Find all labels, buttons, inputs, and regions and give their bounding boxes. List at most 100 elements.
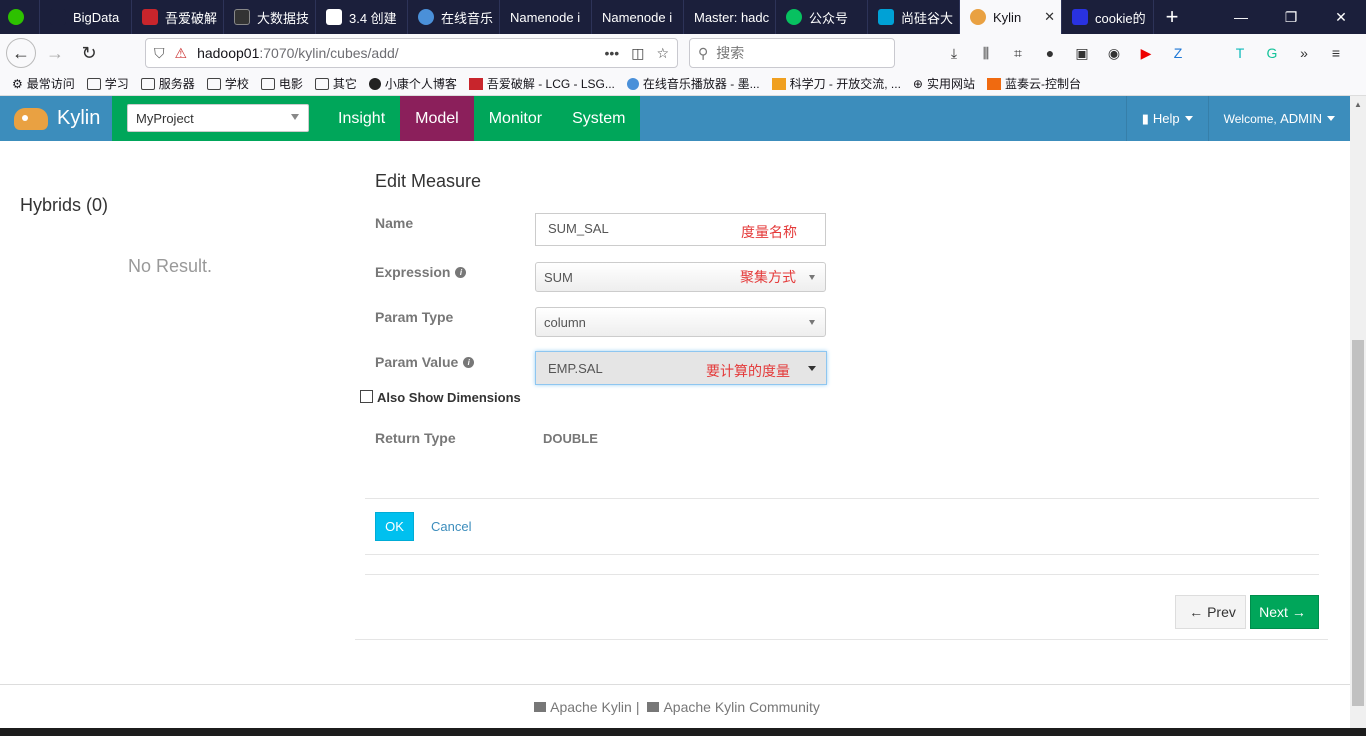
search-input[interactable]: ⚲ 搜索	[689, 38, 895, 68]
gear-icon: ⚙	[12, 76, 23, 91]
user-menu[interactable]: Welcome, ADMIN	[1207, 96, 1350, 141]
menu-icon[interactable]: ≡	[1326, 43, 1346, 63]
bookmark-folder-school[interactable]: 学校	[206, 75, 249, 92]
download-icon[interactable]: ⤓	[944, 43, 964, 63]
close-tab-icon[interactable]: ✕	[1044, 9, 1055, 25]
info-icon[interactable]: i	[455, 266, 467, 278]
overflow-icon[interactable]: »	[1294, 43, 1314, 63]
menu-insight[interactable]: Insight	[323, 96, 401, 141]
menu-monitor[interactable]: Monitor	[473, 96, 558, 141]
chevron-down-icon	[808, 366, 816, 371]
also-show-dimensions-label[interactable]: Also Show Dimensions	[377, 390, 521, 405]
globe-icon: ⊕	[912, 76, 923, 91]
page-footer: Apache Kylin | Apache Kylin Community	[0, 684, 1350, 728]
restore-icon[interactable]: ❐	[1266, 0, 1316, 34]
tab-52pojie[interactable]: 吾爱破解	[132, 0, 224, 34]
browser-nav-bar: ← → ↻ ⛉ ⚠ hadoop01:7070/kylin/cubes/add/…	[0, 34, 1366, 72]
chevron-down-icon	[809, 320, 815, 325]
menu-system[interactable]: System	[557, 96, 641, 141]
footer-link-kylin[interactable]: Apache Kylin	[550, 699, 632, 715]
bookmark-52pojie[interactable]: 吾爱破解 - LCG - LSG...	[468, 75, 615, 92]
back-button[interactable]: ←	[6, 38, 36, 68]
next-button[interactable]: Next →	[1250, 595, 1319, 629]
new-tab-button[interactable]: +	[1154, 0, 1190, 34]
insecure-lock-icon[interactable]: ⚠	[175, 45, 188, 62]
divider	[365, 498, 1319, 499]
folder-icon	[86, 77, 101, 90]
bookmark-blog[interactable]: 小康个人博客	[368, 75, 457, 92]
footer-link-community[interactable]: Apache Kylin Community	[663, 699, 819, 715]
also-show-dimensions-checkbox[interactable]	[360, 390, 373, 403]
bookmark-kxdao[interactable]: 科学刀 - 开放交流, ...	[771, 75, 901, 92]
tab-namenode-2[interactable]: Namenode i	[592, 0, 684, 34]
edit-measure-title: Edit Measure	[375, 171, 482, 191]
tab-kylin[interactable]: Kylin ✕	[960, 0, 1062, 34]
caret-down-icon	[1327, 116, 1335, 121]
reload-button[interactable]: ↻	[74, 38, 104, 68]
pojie-icon	[142, 9, 158, 25]
bookmark-music[interactable]: 在线音乐播放器 - 墨...	[626, 75, 760, 92]
tab-atguigu[interactable]: 尚硅谷大	[868, 0, 960, 34]
page-scrollbar[interactable]: ▲	[1350, 96, 1366, 730]
tab-wechat-mp[interactable]: 公众号	[776, 0, 868, 34]
forward-button[interactable]: →	[40, 38, 70, 68]
shield-icon[interactable]: ⛉	[154, 45, 165, 62]
chevron-down-icon	[809, 275, 815, 280]
bookmark-folder-study[interactable]: 学习	[86, 75, 129, 92]
help-menu[interactable]: ▮ Help	[1125, 96, 1208, 141]
bookmark-folder-movies[interactable]: 电影	[260, 75, 303, 92]
tab-create[interactable]: 3.4 创建	[316, 0, 408, 34]
globe-icon	[626, 77, 639, 90]
menu-model[interactable]: Model	[400, 96, 474, 141]
translate-icon[interactable]: T	[1230, 43, 1250, 63]
header-right: ▮ Help Welcome, ADMIN	[1125, 96, 1350, 141]
divider	[355, 639, 1328, 640]
browser-tab-strip: BigData 吾爱破解 大数据技 3.4 创建 在线音乐 Namenode i…	[0, 0, 1366, 34]
kylin-header: Kylin MyProject Insight Model Monitor Sy…	[0, 96, 1350, 141]
extension-z-icon[interactable]: Z	[1168, 43, 1188, 63]
project-select[interactable]: MyProject	[127, 104, 309, 132]
tab-bigdata-tech[interactable]: 大数据技	[224, 0, 316, 34]
kylin-logo-icon	[14, 107, 48, 130]
baidu-icon	[1072, 9, 1088, 25]
account-icon[interactable]: ◉	[1104, 43, 1124, 63]
hybrids-title: Hybrids (0)	[20, 195, 109, 215]
tab-bigdata[interactable]: BigData	[40, 0, 132, 34]
pocket-icon[interactable]: ◫	[631, 45, 644, 62]
bookmark-star-icon[interactable]: ☆	[656, 45, 669, 62]
tab-master[interactable]: Master: hadc	[684, 0, 776, 34]
grammarly-icon[interactable]: G	[1262, 43, 1282, 63]
info-icon[interactable]: i	[463, 356, 475, 368]
tab-namenode-1[interactable]: Namenode i	[500, 0, 592, 34]
bookmark-folder-servers[interactable]: 服务器	[140, 75, 195, 92]
scroll-up-icon[interactable]: ▲	[1350, 96, 1366, 112]
kylin-logo[interactable]: Kylin	[0, 96, 112, 141]
tab-wechat[interactable]	[0, 0, 40, 34]
window-controls: — ❐ ✕	[1216, 0, 1366, 34]
ok-button[interactable]: OK	[375, 512, 414, 541]
minimize-icon[interactable]: —	[1216, 0, 1266, 34]
bookmarks-bar: ⚙ 最常访问 学习 服务器 学校 电影 其它 小康个人博客 吾爱破解 - LCG …	[0, 72, 1366, 96]
page-actions-icon[interactable]: •••	[604, 45, 619, 62]
library-icon[interactable]: ⫼	[976, 43, 996, 63]
bookmark-lanzou[interactable]: 蓝奏云-控制台	[987, 75, 1081, 92]
tab-music[interactable]: 在线音乐	[408, 0, 500, 34]
bookmark-folder-other[interactable]: 其它	[314, 75, 357, 92]
wechat-mp-icon	[786, 9, 802, 25]
close-window-icon[interactable]: ✕	[1316, 0, 1366, 34]
tab-cookie[interactable]: cookie的	[1062, 0, 1154, 34]
return-type-value: DOUBLE	[543, 431, 598, 446]
scrollbar-thumb[interactable]	[1352, 340, 1364, 706]
param-type-select[interactable]: column	[535, 307, 826, 337]
screenshot-icon[interactable]: ⌗	[1008, 43, 1028, 63]
bookmark-useful-sites[interactable]: ⊕ 实用网站	[913, 75, 975, 92]
chat-icon[interactable]: ●	[1040, 43, 1060, 63]
url-bar[interactable]: ⛉ ⚠ hadoop01:7070/kylin/cubes/add/ ••• ◫…	[145, 38, 678, 68]
reader-icon[interactable]: ▣	[1072, 43, 1092, 63]
project-selector-area: MyProject	[112, 96, 323, 141]
wechat-icon	[8, 9, 24, 25]
video-icon[interactable]: ▶	[1136, 43, 1156, 63]
prev-button[interactable]: ← Prev	[1175, 595, 1246, 629]
bookmark-most-visited[interactable]: ⚙ 最常访问	[12, 75, 75, 92]
cancel-button[interactable]: Cancel	[431, 519, 471, 534]
